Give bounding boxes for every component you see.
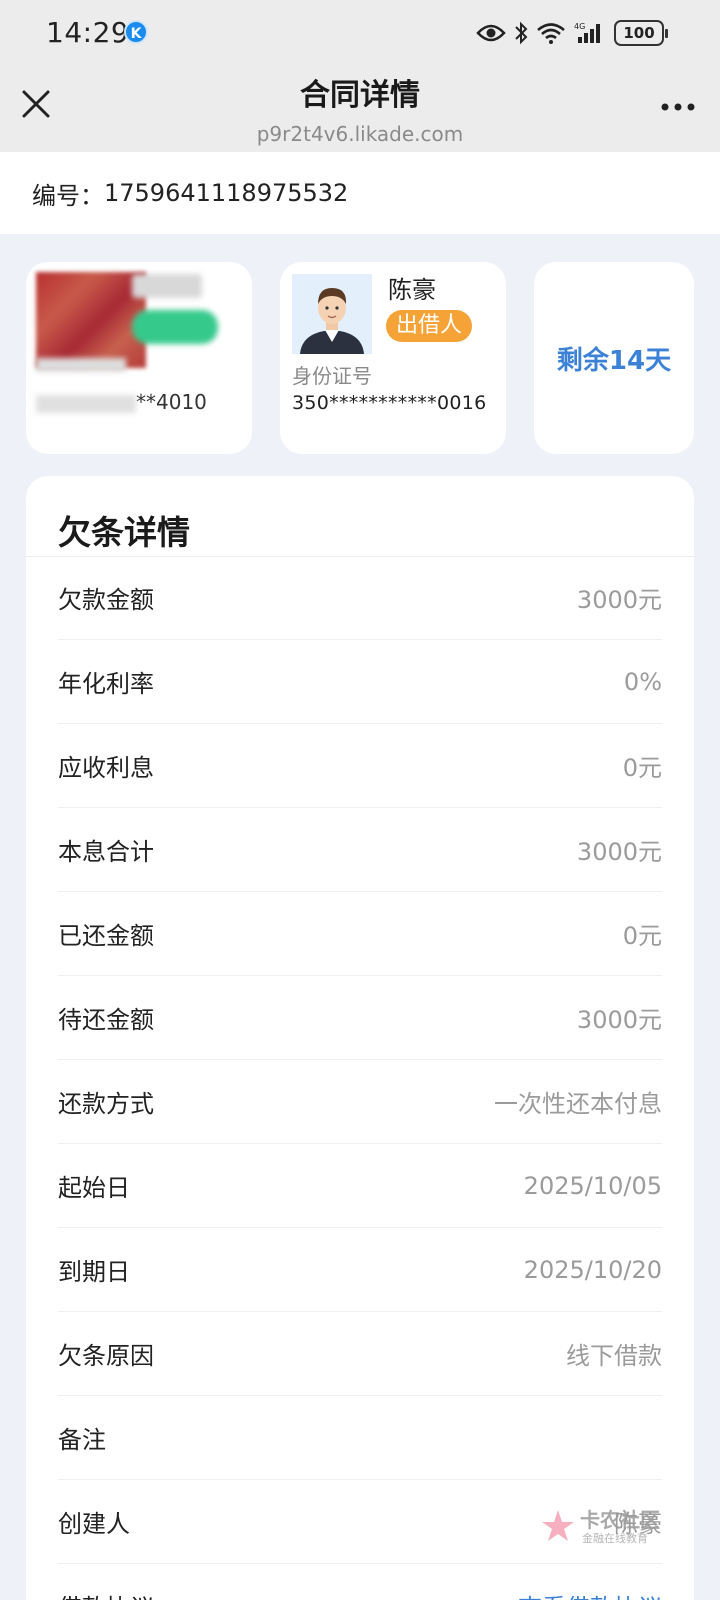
redacted-block [36,394,136,413]
detail-row-agreement[interactable]: 借款协议查看借款协议 [58,1564,662,1600]
svg-text:4G: 4G [574,22,585,31]
watermark-subtext: 金融在线教育 [582,1532,648,1545]
signal-4g-icon: 4G [574,22,600,43]
contract-number: 1759641118975532 [104,179,349,207]
borrower-name-redacted [132,274,202,298]
borrower-avatar [36,272,146,368]
lender-name: 陈豪 [388,276,436,304]
borrower-id-number: **4010 [36,390,207,414]
bluetooth-icon [515,21,528,45]
remaining-days-card: 剩余14天 [534,262,694,454]
contract-number-label: 编号： [32,181,104,210]
detail-row-repaid: 已还金额 0元 [58,892,662,976]
detail-row-reason: 欠条原因 线下借款 [58,1312,662,1396]
lender-id-number: 350***********0016 [292,392,487,414]
wifi-icon [537,23,565,44]
watermark: 卡农社区 金融在线教育 [540,1504,680,1550]
detail-row-start-date: 起始日 2025/10/05 [58,1144,662,1228]
lender-id-label: 身份证号 [292,364,372,388]
detail-row-amount: 欠款金额 3000元 [58,556,662,640]
detail-row-repayment-method: 还款方式 一次性还本付息 [58,1060,662,1144]
page-title: 合同详情 [300,78,420,113]
loan-details-panel: 欠条详情 欠款金额 3000元 年化利率 0% 应收利息 0元 本息合计 3000元 已… [26,476,694,1600]
status-bar: 14:29 K 4G 100 [0,0,720,64]
watermark-logo-icon [542,1510,574,1541]
borrower-role-tag-redacted [132,310,218,344]
detail-row-outstanding: 待还金额 3000元 [58,976,662,1060]
page-header: 合同详情 p9r2t4v6.likade.com [0,64,720,152]
lender-avatar [292,274,372,354]
page-url: p9r2t4v6.likade.com [256,122,464,146]
borrower-card[interactable]: **4010 [26,262,252,454]
lender-role-badge: 出借人 [386,310,473,342]
view-agreement-link[interactable]: 查看借款协议 [518,1588,662,1600]
detail-row-due-date: 到期日 2025/10/20 [58,1228,662,1312]
detail-row-remark: 备注 [58,1396,662,1480]
lender-card[interactable]: 陈豪 出借人 身份证号 350***********0016 [280,262,506,454]
detail-row-interest: 应收利息 0元 [58,724,662,808]
eye-icon [476,24,506,42]
more-options-icon[interactable] [660,100,696,114]
details-title: 欠条详情 [58,513,190,552]
watermark-text: 卡农社区 [580,1508,660,1532]
detail-row-total: 本息合计 3000元 [58,808,662,892]
contract-number-row: 编号： 1759641118975532 [0,152,720,234]
borrower-id-label-redacted [36,358,126,372]
status-time: 14:29 [46,16,130,49]
app-notification-icon: K [124,20,148,44]
detail-row-rate: 年化利率 0% [58,640,662,724]
battery-icon: 100 [614,20,668,46]
status-icons: 4G 100 [476,18,668,48]
remaining-days: 剩余14天 [556,345,672,376]
